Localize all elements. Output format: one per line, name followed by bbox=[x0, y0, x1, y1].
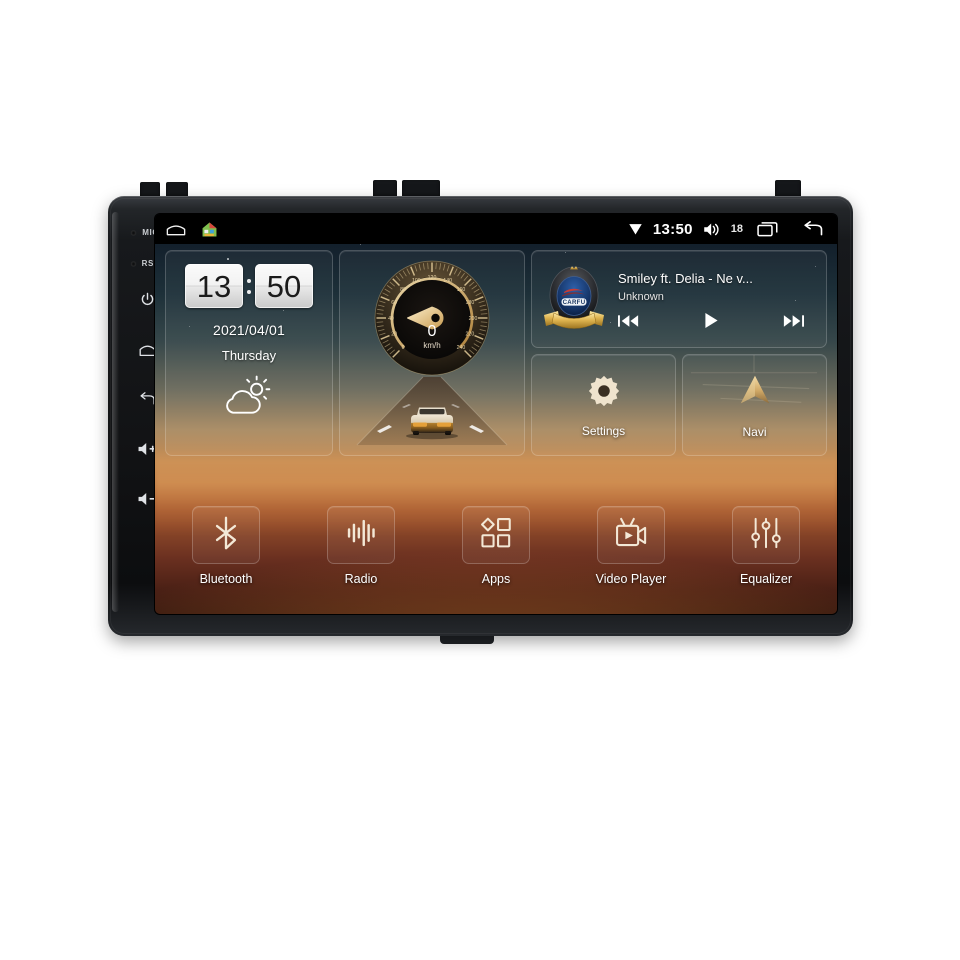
radio-button[interactable] bbox=[327, 506, 395, 564]
head-unit-body: MIC RST 13:50 18 13 50 2021/04/01 Thursd… bbox=[108, 196, 853, 636]
svg-text:CARFU: CARFU bbox=[563, 299, 586, 306]
dock-item-radio[interactable]: Radio bbox=[318, 506, 404, 586]
flip-clock: 13 50 bbox=[185, 264, 313, 308]
radio-waveform-icon bbox=[345, 517, 377, 554]
bluetooth-icon bbox=[211, 516, 241, 555]
screenshot-canvas: MIC RST 13:50 18 13 50 2021/04/01 Thursd… bbox=[0, 0, 960, 960]
volume-icon bbox=[703, 222, 721, 237]
speed-gauge: 0 20 40 60 80 100 120 140 160 180 200 220 240 0 km/h bbox=[373, 259, 491, 377]
video-camera-icon bbox=[614, 517, 648, 554]
wifi-signal-icon bbox=[628, 222, 643, 236]
svg-text:80: 80 bbox=[400, 287, 406, 293]
skip-next-icon[interactable] bbox=[783, 314, 804, 328]
speedometer-widget[interactable]: 0 20 40 60 80 100 120 140 160 180 200 220 240 0 km/h bbox=[339, 250, 525, 456]
svg-text:60: 60 bbox=[391, 300, 397, 306]
bezel-highlight bbox=[112, 212, 119, 612]
clock-weekday: Thursday bbox=[221, 348, 277, 363]
equalizer-sliders-icon bbox=[750, 517, 782, 554]
track-artist: Unknown bbox=[618, 291, 664, 303]
gear-icon bbox=[586, 373, 622, 414]
transport-controls bbox=[618, 312, 816, 329]
dock-item-video-player[interactable]: Video Player bbox=[588, 506, 674, 586]
music-metadata: Smiley ft. Delia - Ne v... Unknown bbox=[618, 269, 816, 329]
recents-icon[interactable] bbox=[757, 221, 779, 237]
video-player-label: Video Player bbox=[595, 572, 667, 586]
dock-item-equalizer[interactable]: Equalizer bbox=[723, 506, 809, 586]
road-graphic bbox=[340, 375, 524, 453]
status-time: 13:50 bbox=[652, 220, 693, 238]
svg-text:200: 200 bbox=[469, 316, 478, 322]
svg-text:100: 100 bbox=[412, 278, 421, 284]
settings-tile[interactable]: Settings bbox=[531, 354, 676, 456]
svg-text:40: 40 bbox=[388, 316, 394, 322]
navi-tile-label: Navi bbox=[742, 424, 767, 439]
home-outline-icon[interactable] bbox=[165, 221, 187, 237]
apps-label: Apps bbox=[481, 572, 511, 586]
house-app-icon[interactable] bbox=[201, 221, 218, 238]
svg-text:140: 140 bbox=[443, 278, 452, 284]
speed-value: 0 bbox=[427, 323, 437, 340]
apps-grid-icon bbox=[480, 517, 512, 554]
widget-row: 13 50 2021/04/01 Thursday 0 20 40 60 80 … bbox=[165, 250, 827, 456]
clock-colon bbox=[246, 278, 252, 294]
partly-cloudy-icon bbox=[222, 375, 276, 422]
clock-minutes: 50 bbox=[255, 264, 313, 308]
dock-item-apps[interactable]: Apps bbox=[453, 506, 539, 586]
track-title: Smiley ft. Delia - Ne v... bbox=[618, 271, 753, 286]
svg-text:160: 160 bbox=[457, 287, 466, 293]
navigation-arrow-icon bbox=[736, 372, 774, 415]
radio-label: Radio bbox=[344, 572, 378, 586]
bluetooth-label: Bluetooth bbox=[199, 572, 253, 586]
equalizer-button[interactable] bbox=[732, 506, 800, 564]
skip-previous-icon[interactable] bbox=[618, 314, 639, 328]
svg-text:180: 180 bbox=[466, 300, 475, 306]
clock-date: 2021/04/01 bbox=[212, 322, 286, 338]
navi-tile[interactable]: Navi bbox=[682, 354, 827, 456]
back-arrow-icon[interactable] bbox=[801, 220, 825, 238]
status-bar: 13:50 18 bbox=[155, 214, 837, 244]
apps-button[interactable] bbox=[462, 506, 530, 564]
shortcut-tiles: Settings Navi bbox=[531, 354, 827, 456]
svg-text:120: 120 bbox=[428, 275, 437, 281]
album-art: CARFU bbox=[540, 262, 608, 336]
app-dock: Bluetooth Radio Apps Video Player Equali… bbox=[155, 492, 837, 614]
equalizer-label: Equalizer bbox=[739, 572, 793, 586]
clock-hours: 13 bbox=[185, 264, 243, 308]
music-player-widget[interactable]: CARFU Smiley ft. Delia - Ne v... Unknown bbox=[531, 250, 827, 348]
right-widget-column: CARFU Smiley ft. Delia - Ne v... Unknown bbox=[531, 250, 827, 456]
video-player-button[interactable] bbox=[597, 506, 665, 564]
dock-item-bluetooth[interactable]: Bluetooth bbox=[183, 506, 269, 586]
play-icon[interactable] bbox=[704, 312, 719, 329]
touchscreen[interactable]: 13:50 18 13 50 2021/04/01 Thursday 0 20 … bbox=[155, 214, 837, 614]
speed-unit: km/h bbox=[423, 341, 441, 350]
clock-widget[interactable]: 13 50 2021/04/01 Thursday bbox=[165, 250, 333, 456]
volume-level: 18 bbox=[730, 223, 743, 235]
settings-tile-label: Settings bbox=[581, 423, 626, 438]
bluetooth-button[interactable] bbox=[192, 506, 260, 564]
home-screen: 13 50 2021/04/01 Thursday 0 20 40 60 80 … bbox=[155, 244, 837, 614]
